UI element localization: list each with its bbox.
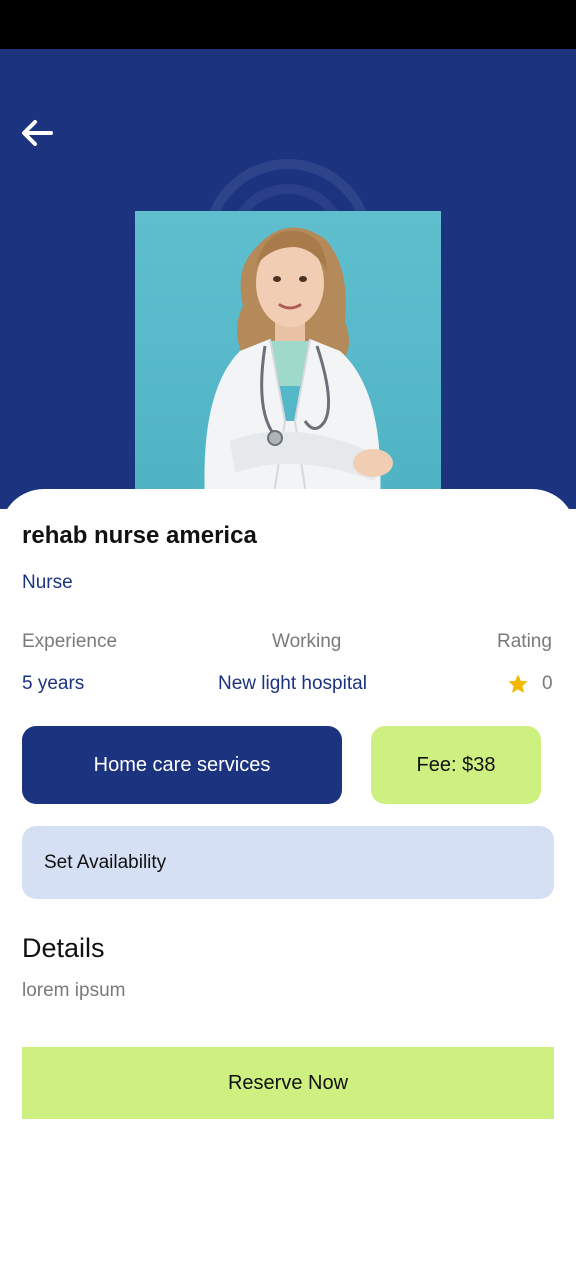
star-icon	[508, 674, 528, 693]
home-care-services-button[interactable]: Home care services	[22, 726, 342, 804]
experience-label: Experience	[22, 631, 118, 652]
rating-value: 0	[542, 673, 553, 694]
reserve-now-button[interactable]: Reserve Now	[22, 1047, 554, 1119]
details-title: Details	[22, 933, 105, 963]
profile-name: rehab nurse america	[22, 522, 257, 549]
experience-value: 5 years	[22, 673, 85, 694]
status-bar	[0, 0, 576, 49]
back-button[interactable]	[14, 113, 60, 153]
profile-header	[0, 49, 576, 509]
fee-badge: Fee: $38	[371, 726, 541, 804]
profile-role: Nurse	[22, 572, 73, 593]
profile-photo	[135, 211, 441, 501]
working-value: New light hospital	[218, 673, 367, 694]
arrow-left-icon	[22, 120, 53, 146]
rating-label: Rating	[497, 631, 552, 652]
details-text: lorem ipsum	[22, 980, 126, 1001]
working-label: Working	[272, 631, 342, 652]
set-availability-button[interactable]: Set Availability	[22, 826, 554, 899]
